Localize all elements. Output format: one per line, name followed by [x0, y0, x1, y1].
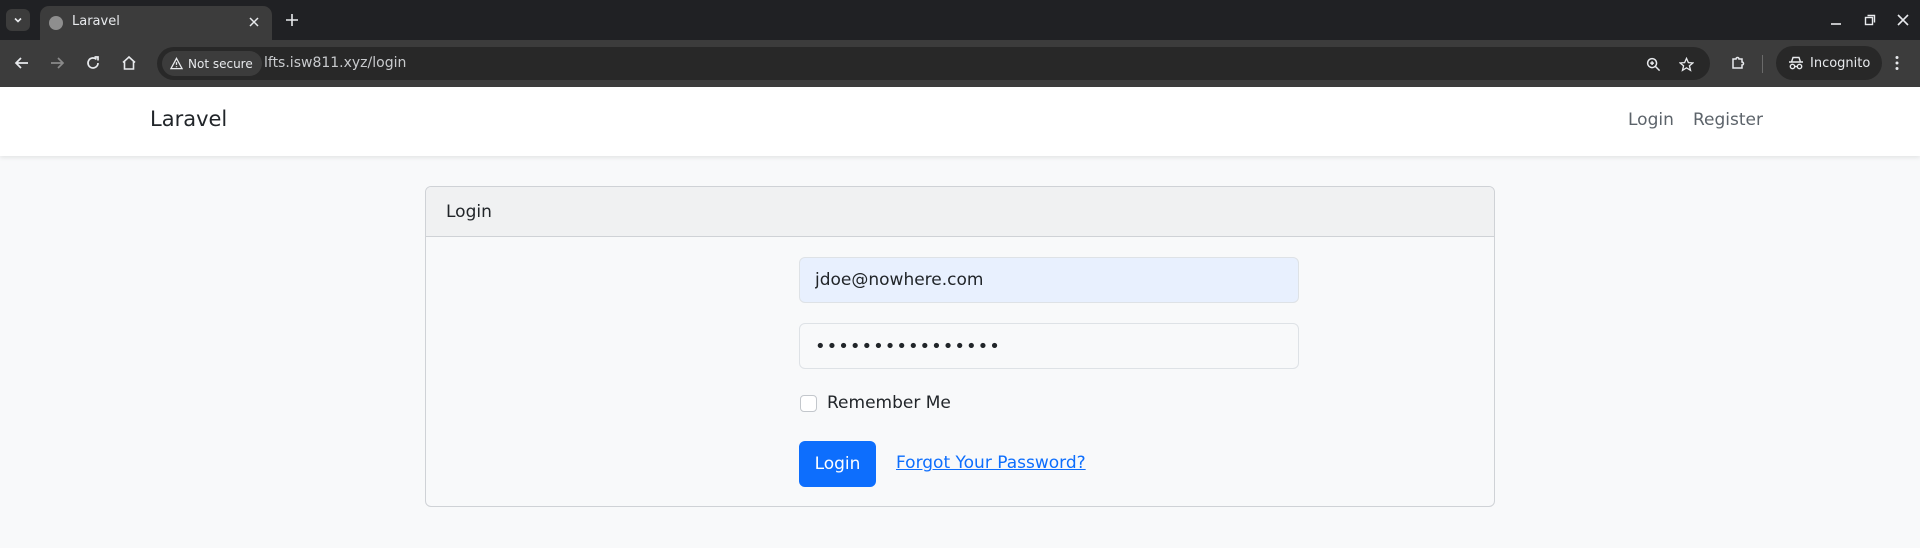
brand-link[interactable]: Laravel — [150, 107, 227, 131]
site-navbar: Laravel Login Register — [0, 87, 1920, 156]
card-header: Login — [426, 187, 1494, 237]
star-icon — [1678, 56, 1694, 72]
close-window-button[interactable] — [1893, 10, 1913, 30]
zoom-icon — [1646, 57, 1660, 71]
tab-close-button[interactable] — [246, 14, 262, 30]
globe-icon — [49, 16, 63, 30]
forgot-password-link[interactable]: Forgot Your Password? — [896, 453, 1086, 473]
menu-button[interactable] — [1885, 51, 1909, 75]
tab-search-button[interactable] — [6, 9, 30, 31]
new-tab-button[interactable] — [282, 10, 302, 30]
back-button[interactable] — [10, 51, 34, 75]
url-text[interactable]: lfts.isw811.xyz/login — [264, 55, 406, 71]
reload-button[interactable] — [81, 51, 105, 75]
home-button[interactable] — [117, 51, 141, 75]
zoom-button[interactable] — [1644, 55, 1662, 73]
forward-button[interactable] — [45, 51, 69, 75]
browser-tab[interactable]: Laravel — [40, 6, 272, 40]
close-icon — [249, 17, 259, 27]
nav-register-link[interactable]: Register — [1693, 110, 1763, 130]
remember-label[interactable]: Remember Me — [827, 393, 951, 413]
login-card: Login Email Address Password Remember Me… — [425, 186, 1495, 507]
arrow-right-icon — [51, 57, 65, 69]
minimize-button[interactable] — [1826, 10, 1846, 30]
home-icon — [122, 55, 136, 70]
warning-icon — [170, 57, 183, 70]
incognito-icon — [1789, 56, 1803, 70]
plus-icon — [286, 14, 298, 26]
kebab-menu-icon — [1895, 56, 1899, 70]
browser-tab-strip: Laravel — [0, 0, 1920, 40]
address-bar[interactable]: Not secure lfts.isw811.xyz/login — [157, 47, 1710, 80]
password-field[interactable] — [799, 323, 1299, 369]
tab-title: Laravel — [72, 14, 120, 29]
close-icon — [1897, 14, 1909, 26]
email-field[interactable] — [799, 257, 1299, 303]
nav-login-link[interactable]: Login — [1628, 110, 1674, 130]
puzzle-icon — [1732, 56, 1745, 69]
card-title: Login — [446, 202, 492, 222]
remember-checkbox[interactable] — [800, 395, 817, 412]
security-chip[interactable]: Not secure — [162, 51, 262, 76]
browser-toolbar: Not secure lfts.isw811.xyz/login Incogni… — [0, 40, 1920, 87]
login-button[interactable]: Login — [799, 441, 876, 487]
reload-icon — [87, 56, 99, 69]
restore-icon — [1864, 14, 1876, 26]
minimize-icon — [1831, 23, 1841, 25]
extensions-button[interactable] — [1726, 51, 1750, 75]
bookmark-button[interactable] — [1677, 55, 1695, 73]
security-label: Not secure — [188, 56, 253, 71]
toolbar-divider — [1762, 55, 1763, 73]
restore-button[interactable] — [1860, 10, 1880, 30]
incognito-label: Incognito — [1810, 55, 1871, 71]
arrow-left-icon — [14, 57, 28, 69]
chevron-down-icon — [14, 17, 22, 23]
incognito-chip[interactable]: Incognito — [1776, 46, 1883, 80]
